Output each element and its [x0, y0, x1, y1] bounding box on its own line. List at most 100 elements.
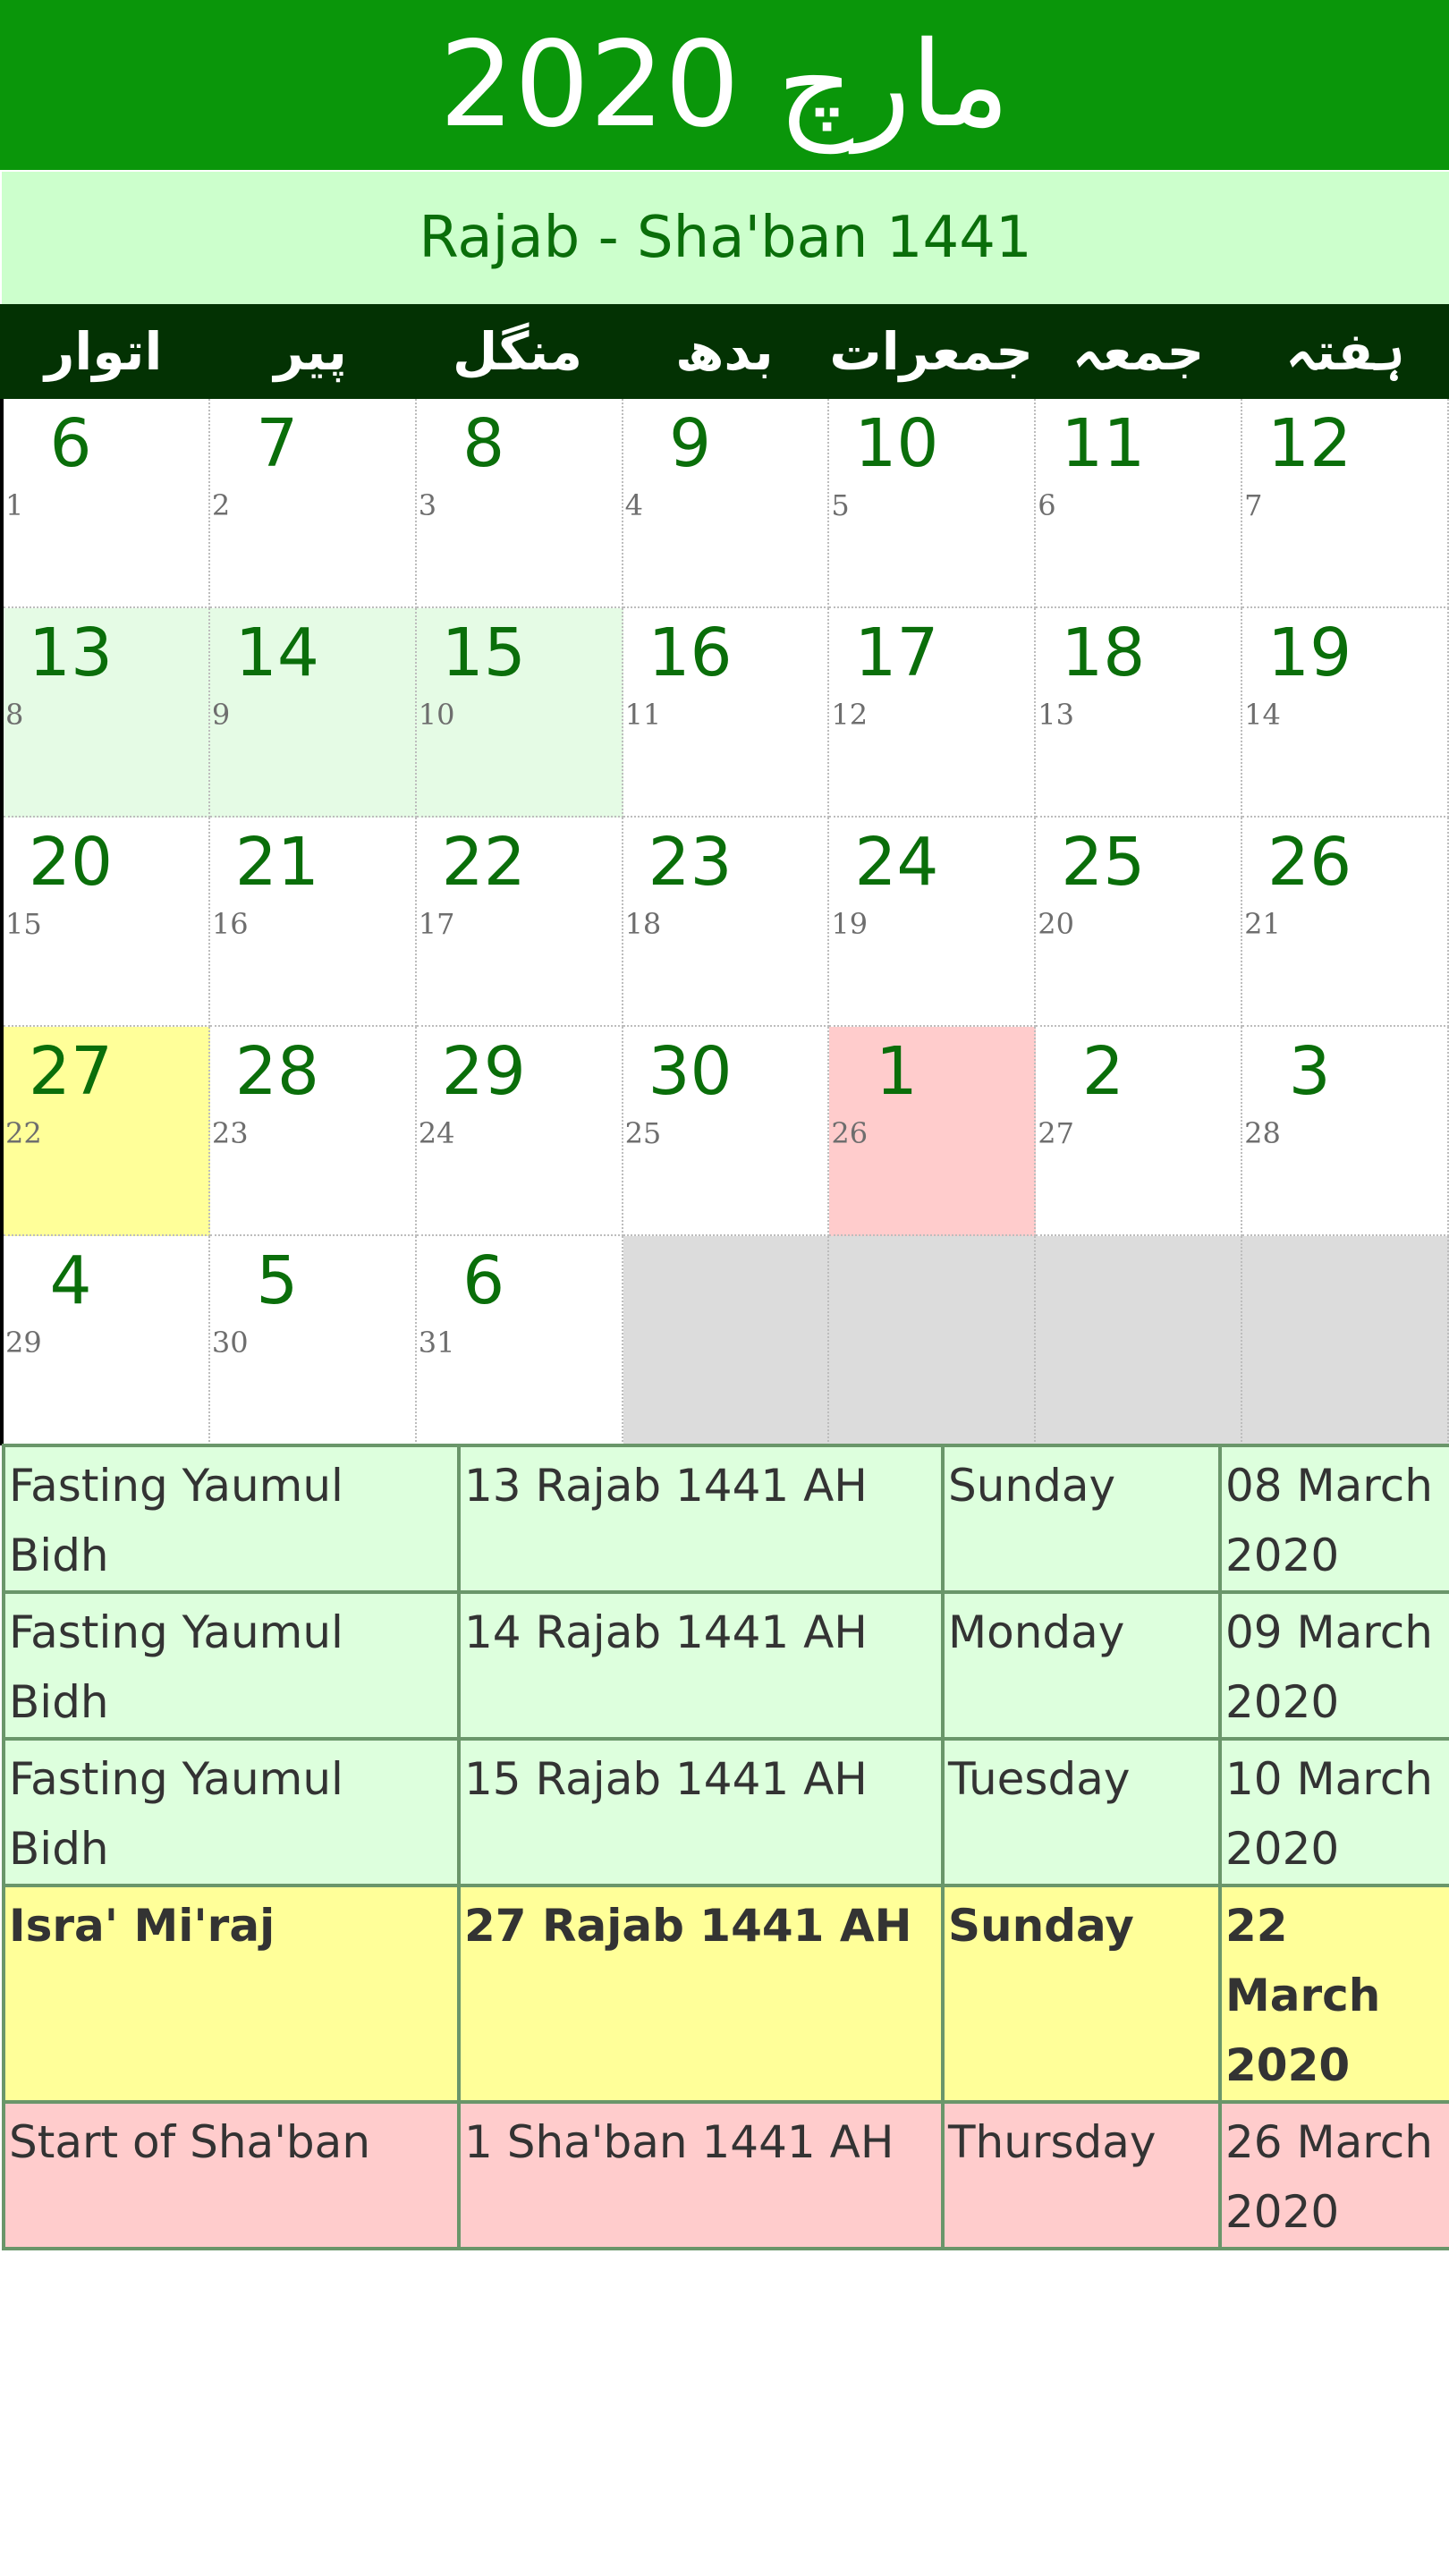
calendar-day-cell[interactable]: 21 16 — [209, 818, 417, 1027]
calendar-day-cell[interactable]: 26 21 — [1242, 818, 1449, 1027]
gregorian-day-number: 14 — [1244, 698, 1281, 732]
gregorian-day-number: 27 — [1038, 1116, 1074, 1150]
gregorian-day-number: 10 — [418, 698, 455, 732]
hijri-day-number: 26 — [1267, 824, 1352, 901]
gregorian-day-number: 15 — [5, 907, 42, 941]
calendar-day-cell[interactable]: 83 — [416, 399, 623, 608]
event-name-cell: Fasting Yaumul Bidh — [2, 1737, 461, 1887]
gregorian-day-number: 17 — [418, 907, 455, 941]
calendar-day-cell[interactable]: 30 25 — [623, 1027, 830, 1236]
calendar-day-cell[interactable]: 11 6 — [1036, 399, 1243, 608]
hijri-day-number: 12 — [1267, 405, 1352, 482]
gregorian-day-number: 5 — [831, 488, 850, 522]
event-hijri-date-cell: 1 Sha'ban 1441 AH — [457, 2100, 945, 2250]
calendar-day-cell[interactable]: 14 9 — [209, 608, 417, 818]
event-row: Start of Sha'ban 1 Sha'ban 1441 AH Thursda… — [2, 2100, 1449, 2250]
gregorian-day-number: 19 — [831, 907, 869, 941]
gregorian-day-number: 8 — [5, 698, 24, 732]
calendar-day-cell[interactable]: 29 24 — [416, 1027, 623, 1236]
hijri-day-number: 16 — [648, 614, 733, 691]
hijri-day-number: 5 — [256, 1242, 299, 1319]
event-row: Fasting Yaumul Bidh 14 Rajab 1441 AH Monda… — [2, 1590, 1449, 1741]
hijri-day-number: 15 — [441, 614, 526, 691]
hijri-day-number: 29 — [441, 1033, 526, 1110]
gregorian-day-number: 25 — [624, 1116, 662, 1150]
hijri-day-number: 2 — [1081, 1033, 1124, 1110]
event-hijri-date-cell: 14 Rajab 1441 AH — [457, 1590, 945, 1741]
calendar-day-cell[interactable]: 27 22 — [4, 1027, 210, 1236]
calendar-day-cell[interactable]: 3 28 — [1242, 1027, 1449, 1236]
gregorian-day-number: 11 — [624, 698, 662, 732]
gregorian-day-number: 9 — [211, 698, 231, 732]
hijri-day-number: 11 — [1061, 405, 1146, 482]
hijri-day-number: 22 — [441, 824, 526, 901]
calendar-day-cell[interactable]: 17 12 — [829, 608, 1037, 818]
calendar-day-cell[interactable]: 16 11 — [623, 608, 830, 818]
events-table: Fasting Yaumul Bidh 13 Rajab 1441 AH Sunda… — [2, 1444, 1449, 2250]
event-weekday-cell: Sunday — [941, 1884, 1222, 2104]
calendar-day-cell[interactable]: 10 5 — [829, 399, 1037, 608]
gregorian-day-number: 30 — [211, 1326, 249, 1360]
weekday-monday: پیر — [274, 321, 347, 382]
hijri-day-number: 9 — [669, 405, 712, 482]
calendar-day-cell[interactable]: 12 7 — [1242, 399, 1449, 608]
weekday-header-row: اتوار پیر منگل بدھ جمعرات جمعہ ہفتہ — [0, 304, 1449, 399]
gregorian-day-number: 3 — [418, 488, 437, 522]
calendar-day-cell[interactable]: 24 19 — [829, 818, 1037, 1027]
gregorian-day-number: 21 — [1244, 907, 1281, 941]
hijri-day-number: 23 — [648, 824, 733, 901]
gregorian-day-number: 7 — [1244, 488, 1263, 522]
calendar-day-cell[interactable]: 72 — [209, 399, 417, 608]
calendar-day-cell[interactable]: 94 — [623, 399, 830, 608]
calendar-day-cell[interactable]: 2 27 — [1036, 1027, 1243, 1236]
calendar-empty-cell — [1242, 1236, 1449, 1445]
calendar-empty-cell — [1036, 1236, 1243, 1445]
gregorian-day-number: 28 — [1244, 1116, 1281, 1150]
gregorian-day-number: 22 — [5, 1116, 42, 1150]
event-row: Isra' Mi'raj 27 Rajab 1441 AH Sunday 22 Mar… — [2, 1884, 1449, 2104]
hijri-day-number: 14 — [234, 614, 319, 691]
calendar-empty-cell — [829, 1236, 1037, 1445]
calendar-day-cell[interactable]: 20 15 — [4, 818, 210, 1027]
calendar-day-cell[interactable]: 23 18 — [623, 818, 830, 1027]
calendar-day-cell[interactable]: 61 — [4, 399, 210, 608]
calendar-day-cell[interactable]: 6 31 — [416, 1236, 623, 1445]
calendar-grid: 6 1 7 2 8 3 9 4 10 5 11 6 12 7 13 8 14 9 15 10 16 11 17 12 18 13 1… — [0, 399, 1449, 1445]
gregorian-day-number: 6 — [1038, 488, 1056, 522]
calendar-day-cell[interactable]: 18 13 — [1036, 608, 1243, 818]
calendar-day-cell[interactable]: 13 8 — [4, 608, 210, 818]
gregorian-day-number: 20 — [1038, 907, 1074, 941]
event-weekday-cell: Monday — [941, 1590, 1222, 1741]
calendar-day-cell[interactable]: 28 23 — [209, 1027, 417, 1236]
calendar-day-cell[interactable]: 25 20 — [1036, 818, 1243, 1027]
event-weekday-cell: Tuesday — [941, 1737, 1222, 1887]
hijri-day-number: 17 — [854, 614, 939, 691]
gregorian-day-number: 4 — [624, 488, 643, 522]
gregorian-day-number: 1 — [5, 488, 24, 522]
hijri-day-number: 27 — [28, 1033, 114, 1110]
hijri-month-label: Rajab - Sha'ban 1441 — [419, 205, 1032, 271]
calendar-day-cell[interactable]: 5 30 — [209, 1236, 417, 1445]
calendar-day-cell[interactable]: 19 14 — [1242, 608, 1449, 818]
calendar-day-cell[interactable]: 4 29 — [4, 1236, 210, 1445]
calendar-day-cell[interactable]: 22 17 — [416, 818, 623, 1027]
weekday-friday: جمعہ — [1072, 321, 1205, 382]
weekday-sunday: اتوار — [45, 321, 163, 382]
hijri-day-number: 21 — [234, 824, 319, 901]
event-row: Fasting Yaumul Bidh 13 Rajab 1441 AH Sunda… — [2, 1444, 1449, 1594]
event-weekday-cell: Sunday — [941, 1444, 1222, 1594]
weekday-saturday: ہفتہ — [1285, 321, 1405, 382]
hijri-day-number: 28 — [234, 1033, 319, 1110]
page-title: مارچ 2020 — [0, 0, 1449, 170]
calendar-day-cell[interactable]: 1 26 — [829, 1027, 1037, 1236]
weekday-wednesday: بدھ — [675, 321, 774, 382]
event-name-cell: Start of Sha'ban — [2, 2100, 461, 2250]
calendar-day-cell[interactable]: 15 10 — [416, 608, 623, 818]
event-name-cell: Fasting Yaumul Bidh — [2, 1590, 461, 1741]
event-weekday-cell: Thursday — [941, 2100, 1222, 2250]
gregorian-day-number: 31 — [418, 1326, 455, 1360]
event-gregorian-date-cell: 09 March 2020 — [1218, 1590, 1449, 1741]
gregorian-day-number: 26 — [831, 1116, 869, 1150]
event-gregorian-date-cell: 26 March 2020 — [1218, 2100, 1449, 2250]
month-year-title: مارچ 2020 — [439, 16, 1010, 154]
